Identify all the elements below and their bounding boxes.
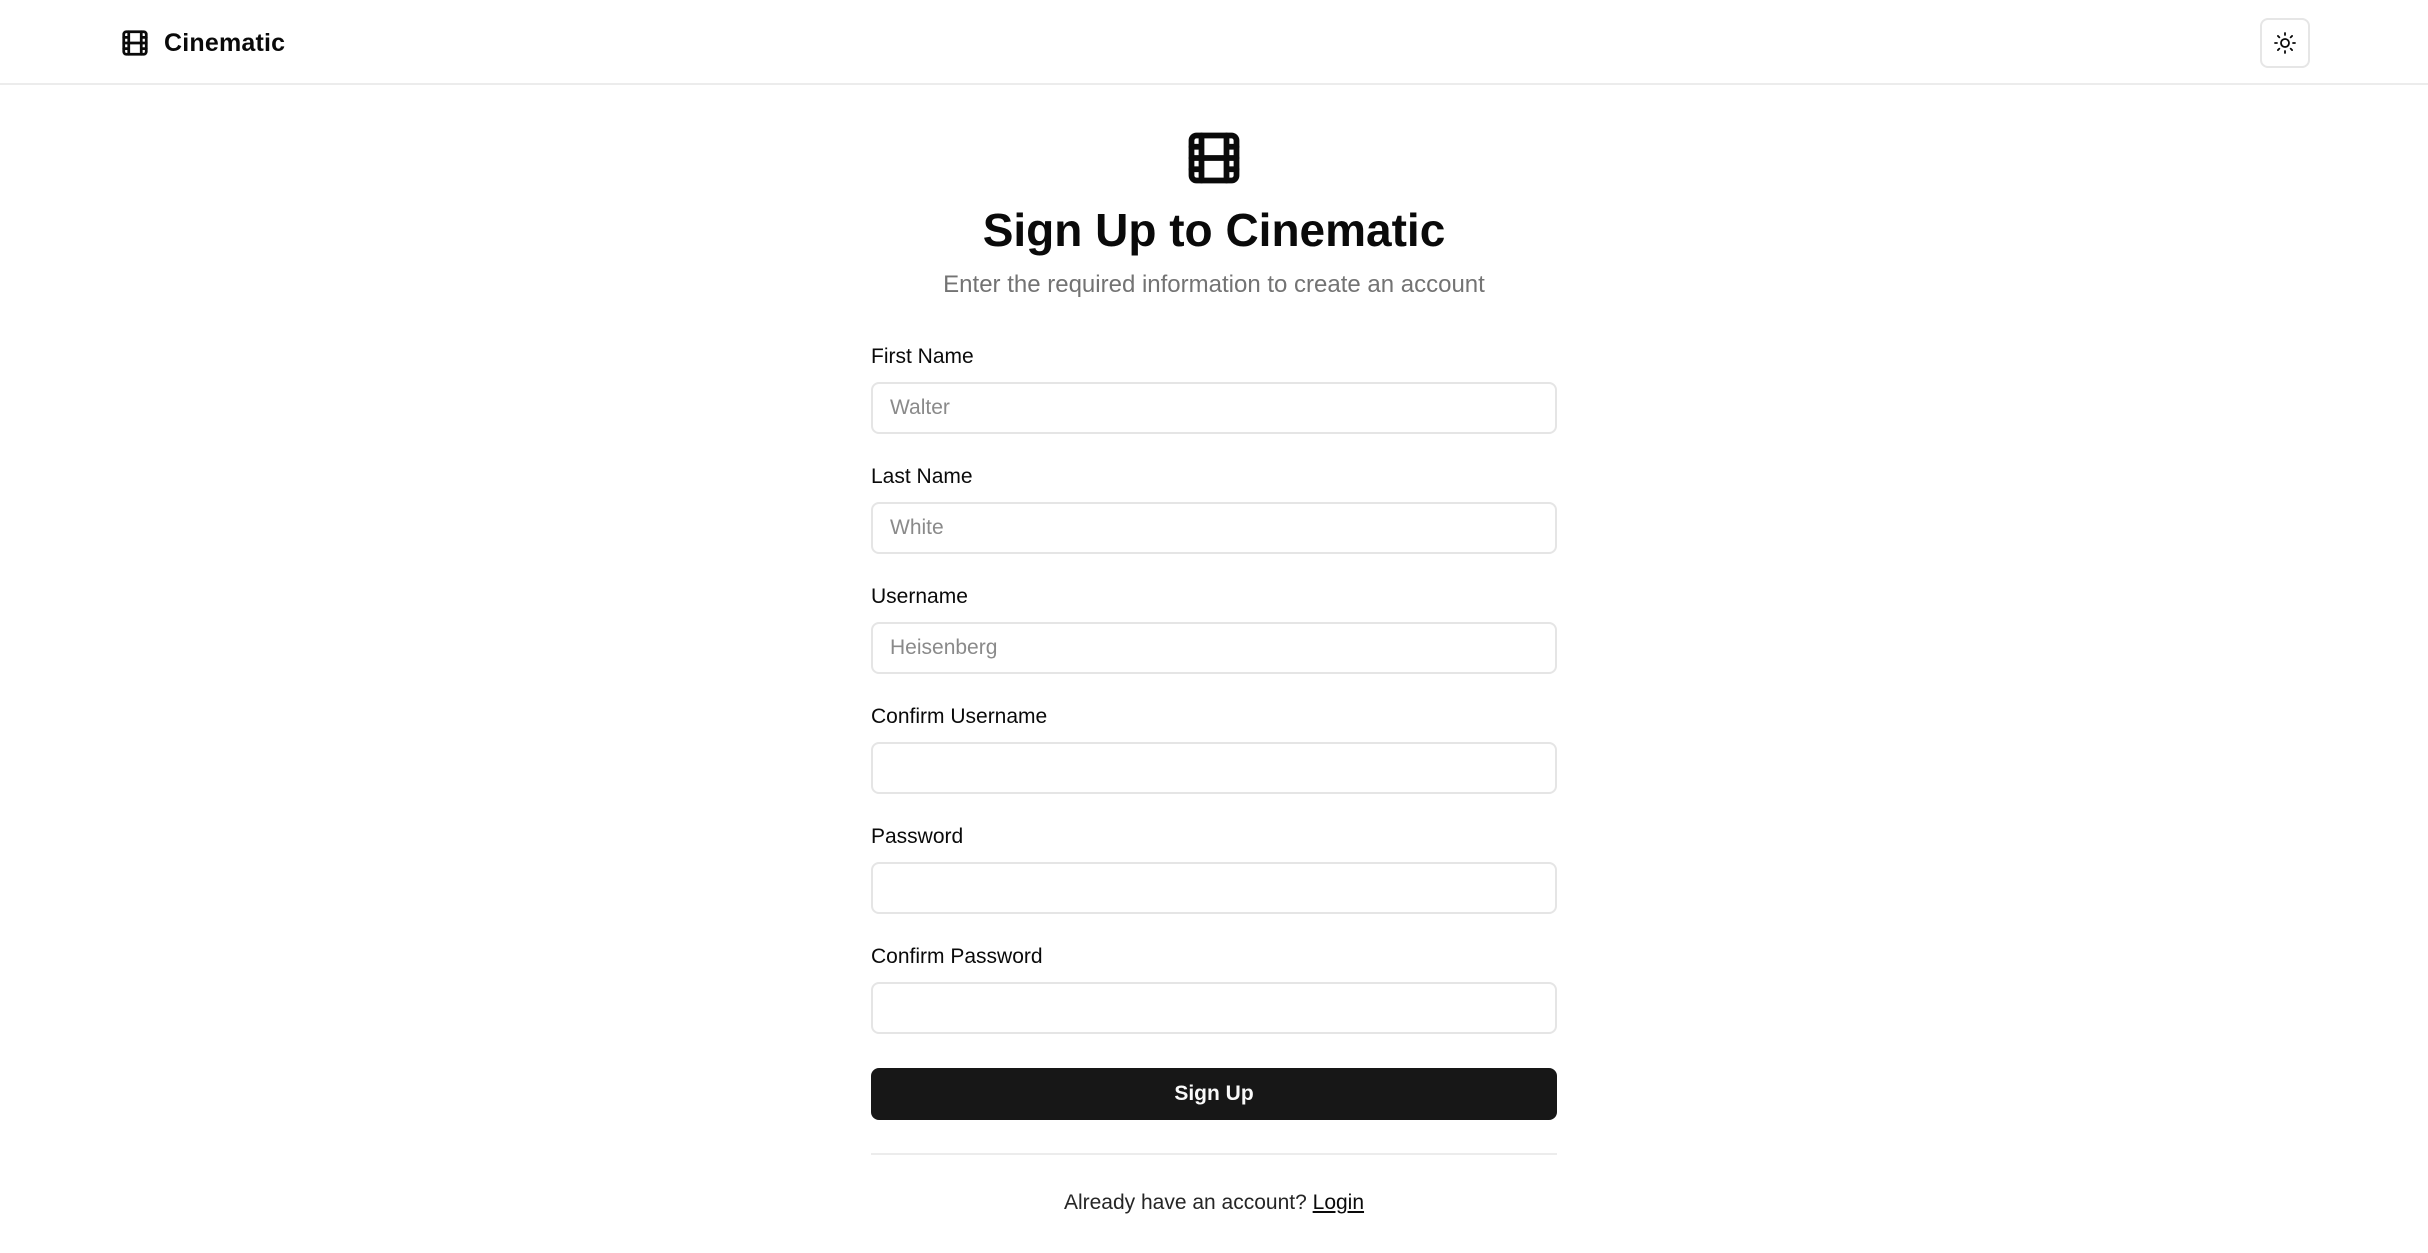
username-field: Username [871, 585, 1557, 705]
login-prompt-text: Already have an account? [1063, 1191, 1307, 1214]
brand[interactable]: Cinematic [120, 26, 285, 60]
username-label: Username [871, 585, 968, 608]
sun-icon [2273, 31, 2297, 55]
confirm-username-input[interactable] [871, 742, 1557, 794]
film-icon [1184, 127, 1244, 189]
sign-up-button[interactable]: Sign Up [871, 1068, 1557, 1120]
theme-toggle-button[interactable] [2260, 18, 2310, 68]
page-title: Sign Up to Cinematic [982, 204, 1446, 256]
signup-page: Sign Up to Cinematic Enter the required … [0, 85, 2428, 1253]
confirm-password-field: Confirm Password [871, 945, 1557, 1065]
film-icon [120, 28, 150, 58]
brand-name: Cinematic [164, 28, 286, 57]
login-link[interactable]: Login [1313, 1191, 1364, 1214]
confirm-password-input[interactable] [871, 982, 1557, 1034]
first-name-input[interactable] [871, 382, 1557, 434]
confirm-username-field: Confirm Username [871, 705, 1557, 825]
last-name-field: Last Name [871, 465, 1557, 585]
first-name-label: First Name [871, 345, 974, 368]
confirm-username-label: Confirm Username [871, 705, 1048, 728]
login-prompt: Already have an account? Login [0, 1189, 2428, 1217]
password-field: Password [871, 825, 1557, 945]
page-subtitle: Enter the required information to create… [943, 271, 1485, 298]
first-name-field: First Name [871, 345, 1557, 465]
username-input[interactable] [871, 622, 1557, 674]
top-navbar: Cinematic [0, 0, 2428, 85]
divider [871, 1153, 1557, 1155]
password-label: Password [871, 825, 964, 848]
signup-form: First Name Last Name Username Confirm Us… [871, 345, 1557, 1065]
last-name-input[interactable] [871, 502, 1557, 554]
last-name-label: Last Name [871, 465, 973, 488]
confirm-password-label: Confirm Password [871, 945, 1043, 968]
password-input[interactable] [871, 862, 1557, 914]
